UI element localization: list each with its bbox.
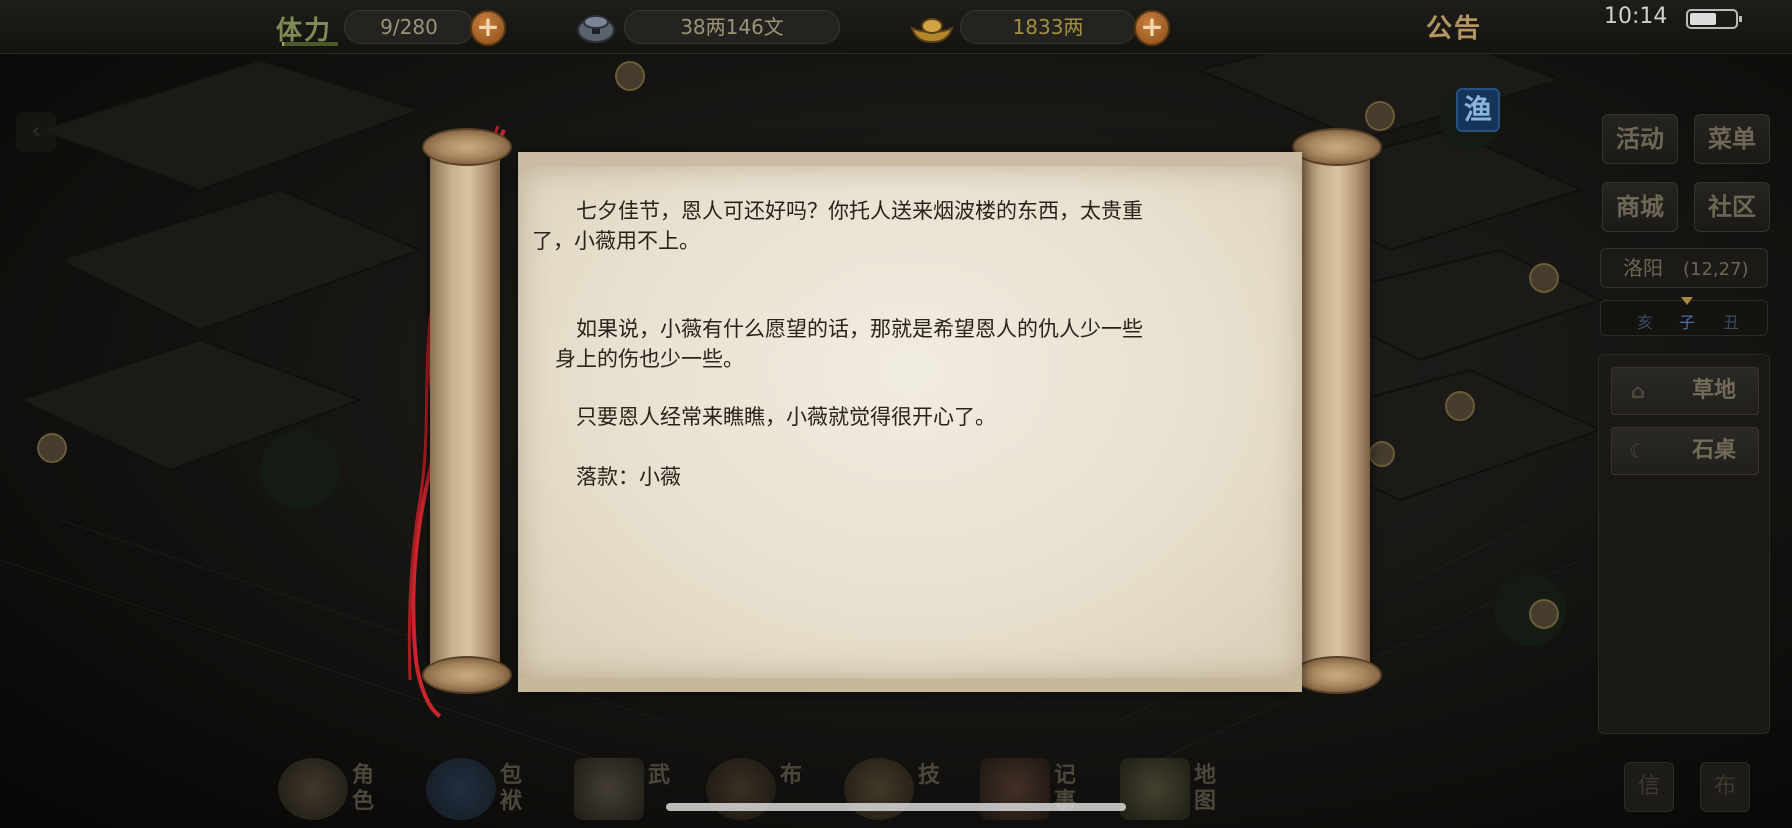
time-slot-current: 子 <box>1679 313 1696 332</box>
object-item-grass[interactable]: ⌂ 草地 <box>1611 367 1759 415</box>
top-status-bar: 体力 9/280 + 38两146文 1833两 + 公告 10:14 <box>0 0 1792 54</box>
letter-line: 七夕佳节，恩人可还好吗？你托人送来烟波楼的东西，太贵重 <box>534 199 1143 223</box>
object-item-label: 草地 <box>1691 378 1736 403</box>
letter-line: 了，小薇用不上。 <box>532 229 700 253</box>
bottom-nav-bar: 角色 包袱 武 布 技 记事 地图 <box>260 748 1370 828</box>
nav-label: 包袱 <box>500 762 523 814</box>
character-icon <box>278 758 348 820</box>
time-of-day-bar: 亥 子 丑 <box>1600 297 1768 336</box>
home-indicator[interactable] <box>666 803 1126 811</box>
mail-button[interactable]: 信 <box>1624 762 1674 812</box>
letter-paragraph: 如果说，小薇有什么愿望的话，那就是希望恩人的仇人少一些 身上的伤也少一些。 <box>534 314 1286 374</box>
battery-level <box>1690 13 1716 25</box>
location-name: 洛阳 <box>1623 256 1663 280</box>
letter-line: 身上的伤也少一些。 <box>534 347 744 371</box>
time-marker <box>1681 297 1693 305</box>
object-item-stone-table[interactable]: ☾ 石桌 <box>1611 427 1759 475</box>
activity-button[interactable]: 活动 <box>1602 114 1678 164</box>
battery-icon <box>1686 9 1742 29</box>
shop-button[interactable]: 商城 <box>1602 182 1678 232</box>
scroll-left-roller <box>422 128 512 694</box>
menu-button[interactable]: 菜单 <box>1694 114 1770 164</box>
letter-signature: 落款：小薇 <box>534 462 1286 492</box>
copper-coin-icon <box>577 15 615 43</box>
copper-value: 38两146文 <box>624 10 840 44</box>
object-item-label: 石桌 <box>1691 438 1736 463</box>
letter-line: 落款：小薇 <box>534 465 681 489</box>
nav-formation[interactable]: 布 <box>706 748 846 828</box>
letter-paragraph: 只要恩人经常来瞧瞧，小薇就觉得很开心了。 <box>534 402 1286 432</box>
nav-martial[interactable]: 武 <box>574 748 714 828</box>
nav-skills[interactable]: 技 <box>844 748 984 828</box>
add-stamina-button[interactable]: + <box>470 10 506 46</box>
nav-label: 地图 <box>1194 762 1217 814</box>
bag-icon <box>426 758 496 820</box>
stamina-bar <box>282 42 338 46</box>
nav-label: 布 <box>780 762 803 788</box>
nav-character[interactable]: 角色 <box>278 748 418 828</box>
nav-journal[interactable]: 记事 <box>980 748 1120 828</box>
stamina-value: 9/280 <box>344 10 474 44</box>
nav-label: 技 <box>918 762 941 788</box>
chevron-left-icon[interactable]: ‹ <box>16 112 56 152</box>
nav-label: 武 <box>648 762 671 788</box>
martial-books-icon <box>574 758 644 820</box>
gold-value: 1833两 <box>960 10 1136 44</box>
layout-button[interactable]: 布 <box>1700 762 1750 812</box>
clock: 10:14 <box>1604 4 1668 29</box>
map-icon <box>1120 758 1190 820</box>
fishing-spot-badge[interactable]: 渔 <box>1456 88 1500 132</box>
gold-ingot-icon <box>910 18 954 44</box>
house-icon: ⌂ <box>1630 379 1646 403</box>
nearby-objects-list: ⌂ 草地 ☾ 石桌 <box>1598 354 1770 734</box>
letter-paragraph: 七夕佳节，恩人可还好吗？你托人送来烟波楼的东西，太贵重 了，小薇用不上。 <box>532 196 1286 256</box>
time-slot: 亥 <box>1637 313 1654 332</box>
nav-label: 角色 <box>352 762 375 814</box>
time-slot: 丑 <box>1723 313 1740 332</box>
moon-icon: ☾ <box>1629 439 1647 463</box>
community-button[interactable]: 社区 <box>1694 182 1770 232</box>
location-coordinates: (12,27) <box>1683 259 1749 280</box>
letter-line: 只要恩人经常来瞧瞧，小薇就觉得很开心了。 <box>534 405 996 429</box>
nav-map[interactable]: 地图 <box>1120 748 1260 828</box>
letter-line: 如果说，小薇有什么愿望的话，那就是希望恩人的仇人少一些 <box>534 317 1143 341</box>
location-display: 洛阳 (12,27) <box>1600 248 1768 288</box>
stamina-bar-fill <box>282 42 284 46</box>
announcement-button[interactable]: 公告 <box>1426 8 1482 45</box>
add-gold-button[interactable]: + <box>1134 10 1170 46</box>
nav-bag[interactable]: 包袱 <box>426 748 566 828</box>
scroll-right-roller <box>1292 128 1382 694</box>
